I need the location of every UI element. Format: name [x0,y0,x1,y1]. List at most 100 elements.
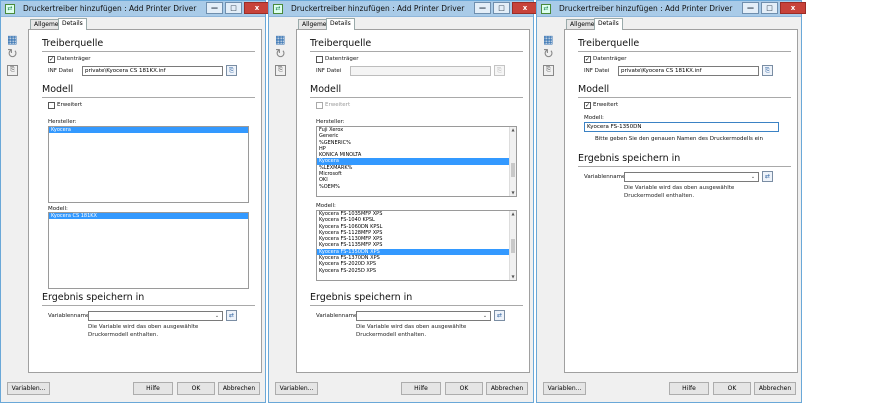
variables-button[interactable]: Variablen... [275,382,318,395]
data-carrier-label: Datenträger [593,56,627,62]
scroll-down-icon[interactable]: ▼ [510,190,516,196]
divider [578,166,791,167]
divider [310,51,523,52]
divider [310,97,523,98]
variable-name-select[interactable]: ⌄ [624,172,759,182]
scrollbar[interactable]: ▲ ▼ [509,127,516,196]
manufacturer-list[interactable]: Fuji Xerox Generic %GENERIC% HP KONICA M… [316,126,517,197]
cancel-button[interactable]: Abbrechen [486,382,528,395]
inf-file-label: INF Datei [48,68,74,74]
variable-picker-icon[interactable]: ⇄ [762,171,773,182]
data-carrier-checkbox[interactable]: ✓ [48,56,55,63]
variable-note: Die Variable wird das oben ausgewählte D… [356,324,467,338]
help-button[interactable]: Hilfe [401,382,441,395]
refresh-icon[interactable]: ↻ [275,47,286,62]
scroll-up-icon[interactable]: ▲ [510,127,516,133]
app-icon: ⇄ [5,4,15,14]
cancel-button[interactable]: Abbrechen [218,382,260,395]
maximize-button[interactable]: □ [493,2,510,14]
dialog-window-2: ⇄ Druckertreiber hinzufügen : Add Printe… [268,0,538,403]
divider [42,97,255,98]
title-bar: ⇄ Druckertreiber hinzufügen : Add Printe… [269,1,538,17]
extended-label: Erweitert [57,102,83,108]
variable-name-label: Variablenname [48,313,90,319]
variable-name-select[interactable]: ⌄ [88,311,223,321]
grid-icon[interactable]: ▦ [7,33,17,46]
ok-button[interactable]: OK [177,382,215,395]
close-button[interactable]: x [244,2,270,14]
ok-button[interactable]: OK [445,382,483,395]
data-carrier-checkbox[interactable] [316,56,323,63]
close-button[interactable]: x [512,2,538,14]
variable-name-select[interactable]: ⌄ [356,311,491,321]
manufacturer-list[interactable]: Kyocera [48,126,249,203]
inf-file-input[interactable]: private\Kyocera CS 181KX.inf [618,66,759,76]
scroll-thumb[interactable] [511,239,515,253]
window-title: Druckertreiber hinzufügen : Add Printer … [291,4,465,13]
data-carrier-label: Datenträger [325,56,359,62]
manufacturer-label: Hersteller: [316,119,345,125]
scroll-up-icon[interactable]: ▲ [510,211,516,217]
browse-icon[interactable]: ⎘ [762,65,773,76]
chevron-down-icon: ⌄ [214,313,220,319]
extended-label: Erweitert [593,102,619,108]
extended-checkbox[interactable] [48,102,55,109]
variable-icon[interactable]: ⎘ [543,65,554,76]
minimize-button[interactable]: — [474,2,491,14]
scrollbar[interactable]: ▲ ▼ [509,211,516,280]
maximize-button[interactable]: □ [225,2,242,14]
list-item[interactable]: Kyocera FS-2025D XPS [317,268,516,274]
model-input[interactable]: Kyocera FS-1350DN [584,122,779,132]
minimize-button[interactable]: — [206,2,223,14]
extended-checkbox[interactable] [316,102,323,109]
model-list[interactable]: Kyocera CS 181KX [48,212,249,289]
extended-label: Erweitert [325,102,351,108]
variable-icon[interactable]: ⎘ [7,65,18,76]
help-button[interactable]: Hilfe [133,382,173,395]
variable-name-label: Variablenname [316,313,358,319]
tab-details[interactable]: Details [326,18,355,30]
variable-icon[interactable]: ⎘ [275,65,286,76]
cancel-button[interactable]: Abbrechen [754,382,796,395]
scroll-down-icon[interactable]: ▼ [510,274,516,280]
tab-details[interactable]: Details [594,18,623,30]
grid-icon[interactable]: ▦ [275,33,285,46]
model-field-label: Modell: [584,115,604,121]
grid-icon[interactable]: ▦ [543,33,553,46]
data-carrier-checkbox[interactable]: ✓ [584,56,591,63]
ok-button[interactable]: OK [713,382,751,395]
model-list[interactable]: Kyocera FS-1035MFP XPS Kyocera FS-1040 K… [316,210,517,281]
list-item[interactable]: %OEM% [317,184,516,190]
refresh-icon[interactable]: ↻ [7,47,18,62]
divider [42,51,255,52]
close-button[interactable]: x [780,2,806,14]
refresh-icon[interactable]: ↻ [543,47,554,62]
help-button[interactable]: Hilfe [669,382,709,395]
app-icon: ⇄ [273,4,283,14]
list-item[interactable]: Kyocera CS 181KX [49,213,248,220]
minimize-button[interactable]: — [742,2,759,14]
manufacturer-label: Hersteller: [48,119,77,125]
extended-checkbox[interactable]: ✓ [584,102,591,109]
variable-picker-icon[interactable]: ⇄ [226,310,237,321]
list-item[interactable]: Kyocera [49,127,248,134]
model-hint: Bitte geben Sie den genauen Namen des Dr… [595,136,763,142]
maximize-button[interactable]: □ [761,2,778,14]
section-driver-source: Treiberquelle [578,38,640,49]
inf-file-input[interactable] [350,66,491,76]
browse-icon[interactable]: ⎘ [494,65,505,76]
section-model: Modell [42,84,74,95]
variables-button[interactable]: Variablen... [7,382,50,395]
inf-file-input[interactable]: private\Kyocera CS 181KX.inf [82,66,223,76]
divider [578,97,791,98]
variable-note: Die Variable wird das oben ausgewählte D… [88,324,199,338]
scroll-thumb[interactable] [511,163,515,177]
app-icon: ⇄ [541,4,551,14]
details-panel: Treiberquelle ✓ Datenträger INF Datei pr… [564,29,798,373]
section-save-result: Ergebnis speichern in [578,153,681,164]
browse-icon[interactable]: ⎘ [226,65,237,76]
model-list-label: Modell: [316,203,336,209]
variable-picker-icon[interactable]: ⇄ [494,310,505,321]
tab-details[interactable]: Details [58,18,87,30]
variables-button[interactable]: Variablen... [543,382,586,395]
